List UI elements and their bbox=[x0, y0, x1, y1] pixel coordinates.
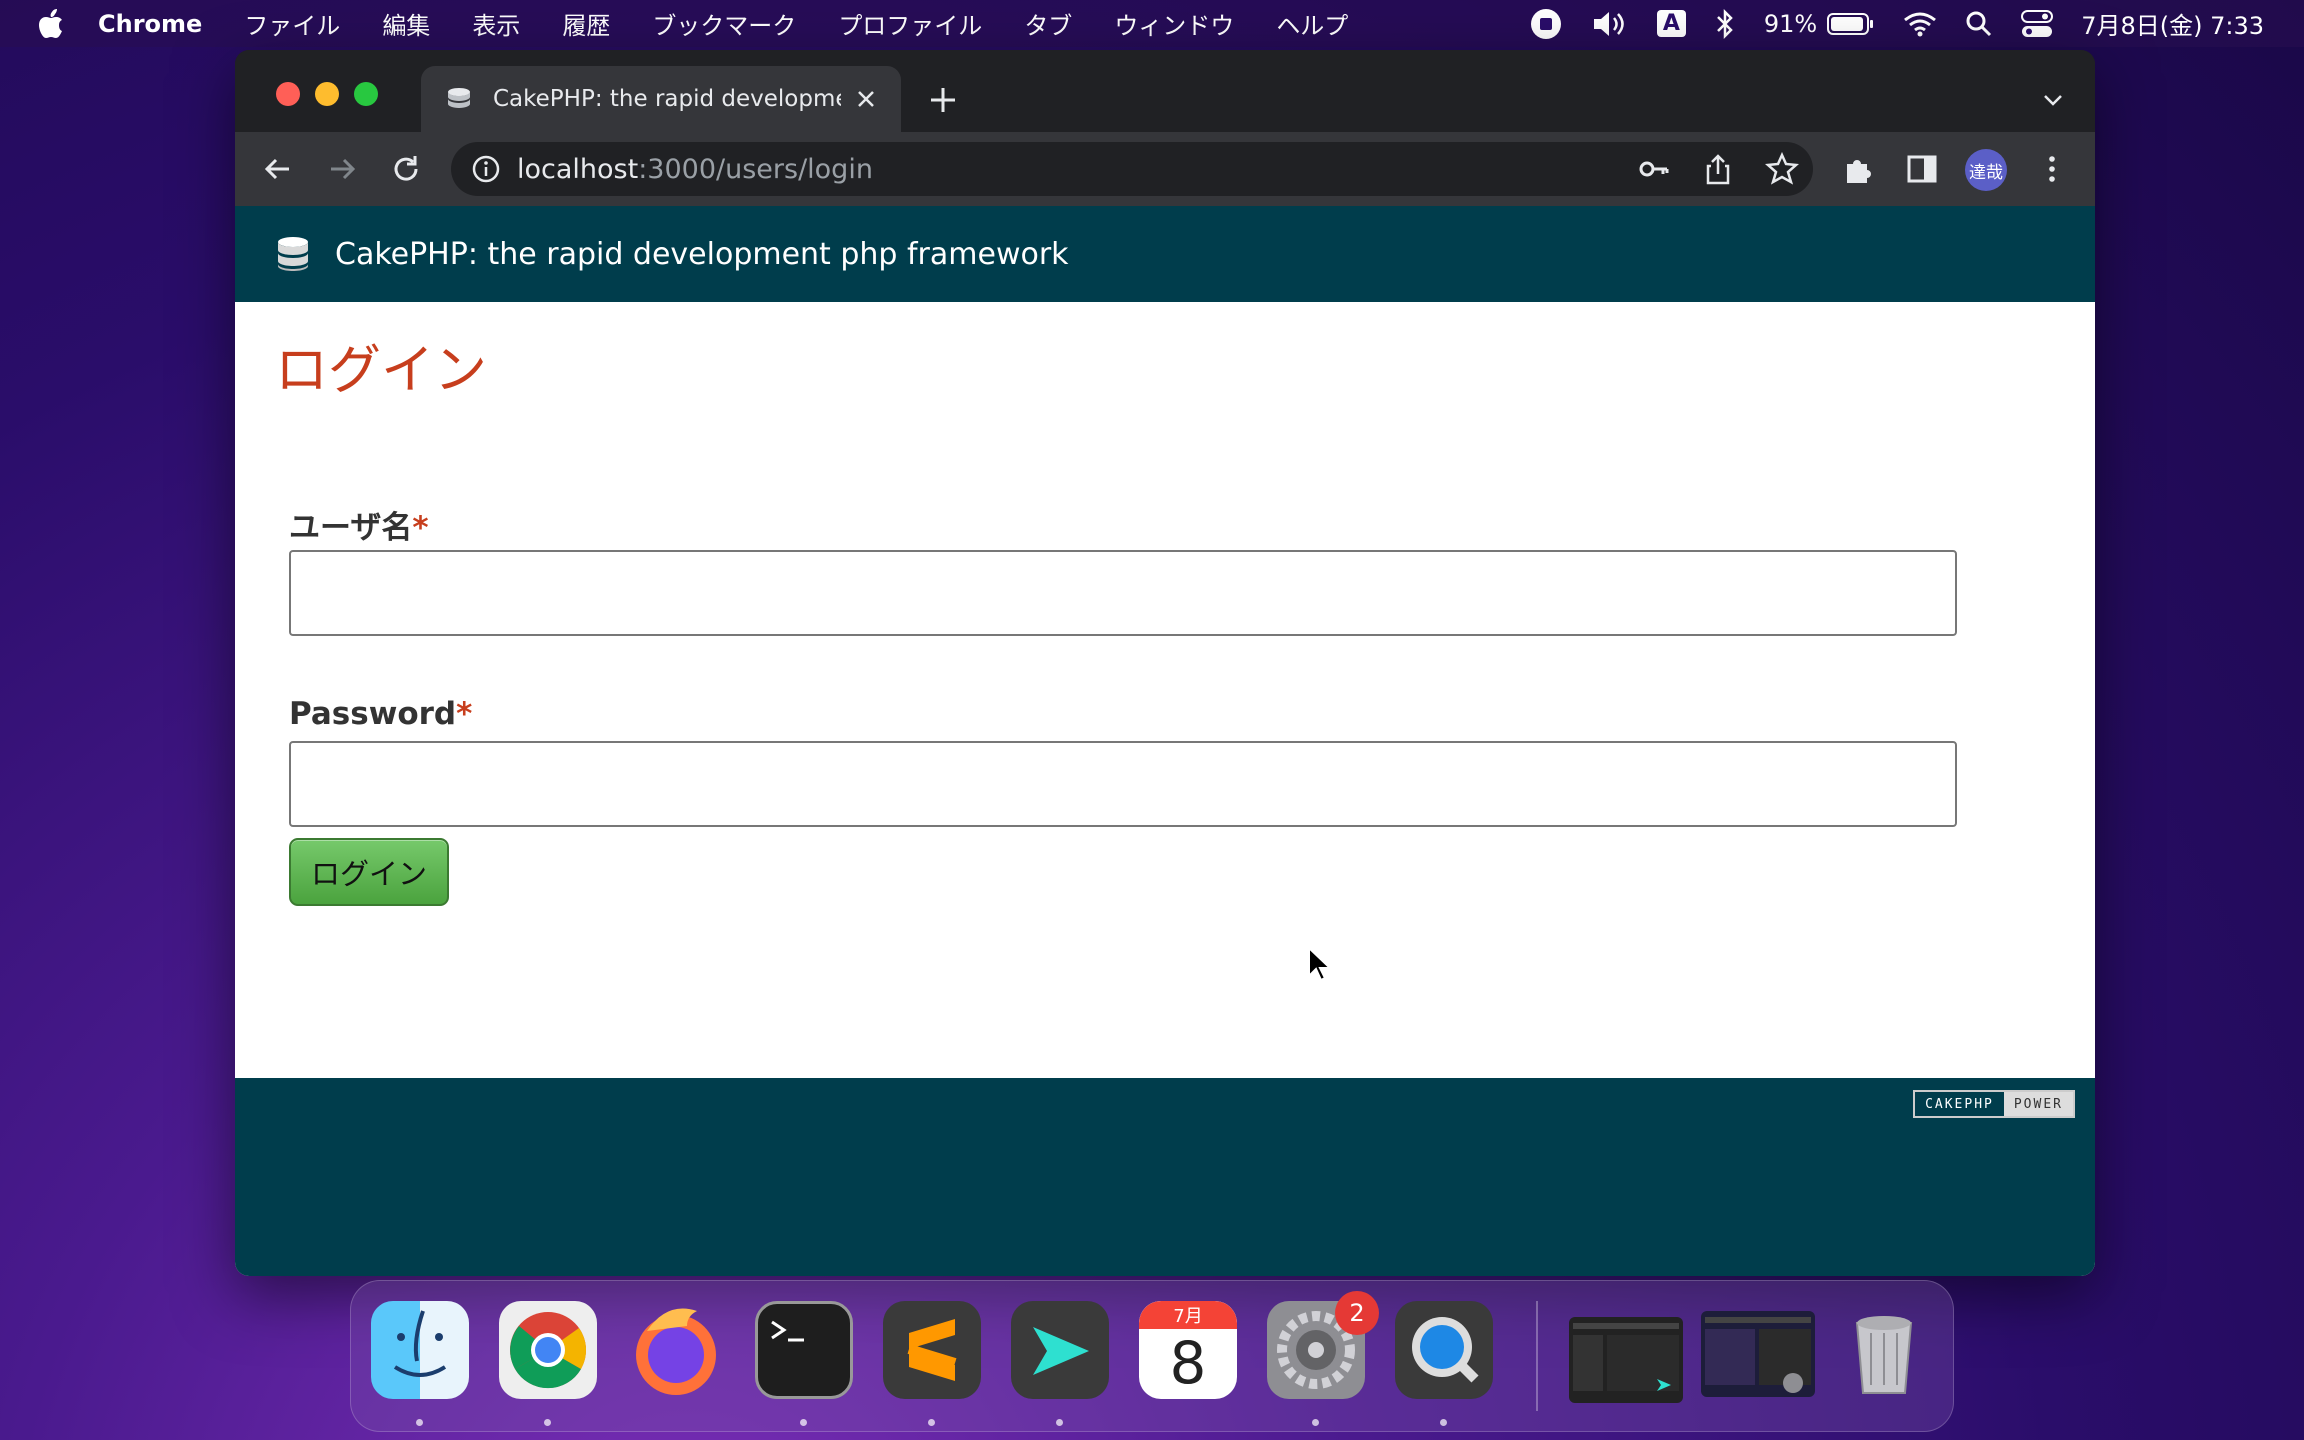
cakephp-power-badge[interactable]: CAKEPHP POWER bbox=[1913, 1090, 2075, 1118]
minimized-window-thumbnail[interactable] bbox=[1569, 1317, 1683, 1403]
menu-bookmarks[interactable]: ブックマーク bbox=[652, 6, 796, 41]
site-header-title[interactable]: CakePHP: the rapid development php frame… bbox=[335, 237, 1069, 272]
page-title: ログイン bbox=[275, 340, 487, 401]
apple-menu-icon[interactable] bbox=[38, 8, 64, 39]
browser-window: CakePHP: the rapid developme localhost:3… bbox=[235, 50, 2095, 1276]
cakephp-favicon-icon bbox=[448, 88, 470, 108]
profile-avatar[interactable]: 達哉 bbox=[1965, 149, 2007, 191]
menu-help[interactable]: ヘルプ bbox=[1276, 6, 1348, 41]
site-info-icon[interactable] bbox=[471, 154, 501, 184]
battery-status[interactable]: 91% bbox=[1764, 10, 1875, 38]
battery-percent: 91% bbox=[1763, 9, 1818, 38]
share-icon[interactable] bbox=[1701, 152, 1735, 186]
menu-tab[interactable]: タブ bbox=[1024, 6, 1072, 41]
mouse-cursor-icon bbox=[1308, 946, 1331, 982]
sublime-text-icon[interactable] bbox=[883, 1301, 981, 1399]
tab-search-chevron-icon[interactable] bbox=[2041, 88, 2065, 112]
battery-icon bbox=[1827, 12, 1874, 35]
password-key-icon[interactable] bbox=[1637, 152, 1671, 186]
menu-app-name[interactable]: Chrome bbox=[98, 10, 202, 38]
input-source-indicator[interactable]: A bbox=[1656, 10, 1686, 37]
finder-running-dot bbox=[416, 1419, 423, 1426]
menu-edit[interactable]: 編集 bbox=[382, 6, 430, 41]
url-path: :3000/users/login bbox=[638, 153, 873, 185]
wifi-icon[interactable] bbox=[1903, 11, 1937, 37]
back-icon[interactable] bbox=[261, 152, 295, 186]
menu-bar: Chrome ファイル 編集 表示 履歴 ブックマーク プロファイル タブ ウィ… bbox=[0, 0, 2304, 47]
forward-icon[interactable] bbox=[325, 152, 359, 186]
window-zoom-button[interactable] bbox=[354, 82, 378, 106]
cursor-editor-icon[interactable] bbox=[1011, 1301, 1109, 1399]
site-footer: CAKEPHP POWER bbox=[235, 1078, 2095, 1276]
menu-profiles[interactable]: プロファイル bbox=[838, 6, 982, 41]
cursor-running-dot bbox=[1056, 1419, 1063, 1426]
side-panel-icon[interactable] bbox=[1905, 152, 1939, 186]
login-button[interactable]: ログイン bbox=[289, 838, 449, 906]
username-label: ユーザ名* bbox=[289, 502, 429, 547]
site-header: CakePHP: the rapid development php frame… bbox=[235, 206, 2095, 302]
calendar-month: 7月 bbox=[1139, 1301, 1237, 1329]
reload-icon[interactable] bbox=[389, 152, 423, 186]
terminal-icon[interactable] bbox=[755, 1301, 853, 1399]
dock-separator bbox=[1536, 1301, 1538, 1411]
quicktime-icon[interactable] bbox=[1395, 1301, 1493, 1399]
extensions-puzzle-icon[interactable] bbox=[1841, 152, 1875, 186]
screen-record-icon[interactable] bbox=[1529, 7, 1563, 41]
minimized-window-thumbnail-2[interactable] bbox=[1701, 1311, 1815, 1397]
spotlight-search-icon[interactable] bbox=[1965, 10, 1993, 38]
chrome-icon[interactable] bbox=[499, 1301, 597, 1399]
quicktime-running-dot bbox=[1440, 1419, 1447, 1426]
chrome-running-dot bbox=[544, 1419, 551, 1426]
menu-window[interactable]: ウィンドウ bbox=[1114, 6, 1234, 41]
menu-view[interactable]: 表示 bbox=[472, 6, 520, 41]
bookmark-star-icon[interactable] bbox=[1765, 151, 1799, 186]
new-tab-icon[interactable] bbox=[927, 84, 959, 116]
required-asterisk: * bbox=[412, 510, 429, 546]
calendar-icon[interactable]: 7月 8 bbox=[1139, 1301, 1237, 1399]
volume-icon[interactable] bbox=[1591, 9, 1629, 39]
bluetooth-icon[interactable] bbox=[1714, 8, 1736, 40]
tab-close-icon[interactable] bbox=[853, 86, 879, 112]
address-bar[interactable]: localhost:3000/users/login bbox=[451, 142, 1813, 196]
tab-cakephp[interactable]: CakePHP: the rapid developme bbox=[421, 66, 901, 132]
menu-history[interactable]: 履歴 bbox=[562, 6, 610, 41]
password-label: Password* bbox=[289, 696, 472, 732]
calendar-day: 8 bbox=[1169, 1329, 1207, 1397]
url-text[interactable]: localhost:3000/users/login bbox=[517, 154, 873, 185]
menubar-clock[interactable]: 7月8日(金) 7:33 bbox=[2081, 6, 2264, 41]
browser-toolbar: localhost:3000/users/login 達哉 bbox=[235, 132, 2095, 206]
power-badge-right: POWER bbox=[2003, 1092, 2073, 1116]
username-label-text: ユーザ名 bbox=[289, 510, 413, 546]
tab-title: CakePHP: the rapid developme bbox=[493, 86, 841, 112]
url-host: localhost bbox=[517, 153, 639, 185]
tab-strip: CakePHP: the rapid developme bbox=[235, 50, 2095, 132]
power-badge-left: CAKEPHP bbox=[1915, 1092, 2004, 1116]
terminal-running-dot bbox=[800, 1419, 807, 1426]
more-menu-icon[interactable] bbox=[2035, 152, 2069, 186]
sublime-running-dot bbox=[928, 1419, 935, 1426]
system-preferences-badge: 2 bbox=[1335, 1291, 1379, 1335]
required-asterisk: * bbox=[456, 696, 473, 732]
control-center-icon[interactable] bbox=[2021, 9, 2054, 38]
menu-file[interactable]: ファイル bbox=[244, 6, 340, 41]
username-input[interactable] bbox=[289, 550, 1957, 636]
system-preferences-running-dot bbox=[1312, 1419, 1319, 1426]
web-page: CakePHP: the rapid development php frame… bbox=[235, 206, 2095, 1276]
dock: 7月 8 2 bbox=[350, 1280, 1954, 1432]
password-input[interactable] bbox=[289, 741, 1957, 827]
window-minimize-button[interactable] bbox=[315, 82, 339, 106]
firefox-icon[interactable] bbox=[627, 1301, 725, 1399]
finder-icon[interactable] bbox=[371, 1301, 469, 1399]
password-label-text: Password bbox=[289, 696, 457, 732]
window-close-button[interactable] bbox=[276, 82, 300, 106]
trash-icon[interactable] bbox=[1835, 1301, 1933, 1399]
cakephp-logo-icon[interactable] bbox=[275, 234, 311, 274]
